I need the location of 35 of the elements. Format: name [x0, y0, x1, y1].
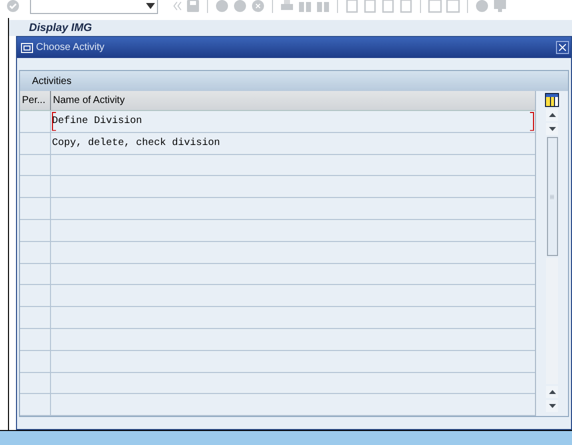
dropdown-icon[interactable] — [146, 3, 155, 9]
page-icon[interactable] — [381, 0, 395, 13]
close-button[interactable] — [556, 41, 569, 54]
round-button-icon[interactable] — [215, 0, 229, 13]
activity-name: Define Division — [52, 114, 142, 129]
scrollbar-thumb[interactable] — [546, 137, 558, 256]
down-arrow-icon — [548, 404, 556, 408]
command-field[interactable] — [30, 0, 158, 14]
check-icon[interactable] — [6, 0, 20, 13]
window-icon — [21, 42, 33, 52]
column-header[interactable]: Name of Activity — [53, 93, 125, 108]
scroll-up-button[interactable] — [546, 386, 558, 398]
window-icon[interactable] — [446, 0, 460, 13]
close-icon — [559, 44, 566, 51]
page-title: Display IMG — [29, 21, 93, 35]
cancel-icon[interactable] — [251, 0, 265, 13]
page-icon[interactable] — [345, 0, 359, 13]
up-arrow-icon — [548, 113, 556, 117]
scroll-down-button[interactable] — [546, 123, 558, 135]
back-icon[interactable] — [172, 0, 182, 13]
down-arrow-icon — [548, 127, 556, 131]
column-header[interactable]: Per... — [22, 93, 46, 108]
up-arrow-icon — [548, 390, 556, 394]
grip-icon — [550, 194, 554, 198]
page-icon[interactable] — [399, 0, 413, 13]
column-settings-icon[interactable] — [545, 93, 559, 107]
dialog-title: Choose Activity — [36, 41, 106, 55]
save-icon[interactable] — [186, 0, 200, 13]
activity-name: Copy, delete, check division — [52, 136, 220, 151]
scroll-up-button[interactable] — [546, 109, 558, 121]
round-button-icon[interactable] — [233, 0, 247, 13]
window-icon[interactable] — [428, 0, 442, 13]
scroll-down-button[interactable] — [546, 400, 558, 412]
page-icon[interactable] — [363, 0, 377, 13]
group-title: Activities — [32, 74, 72, 88]
